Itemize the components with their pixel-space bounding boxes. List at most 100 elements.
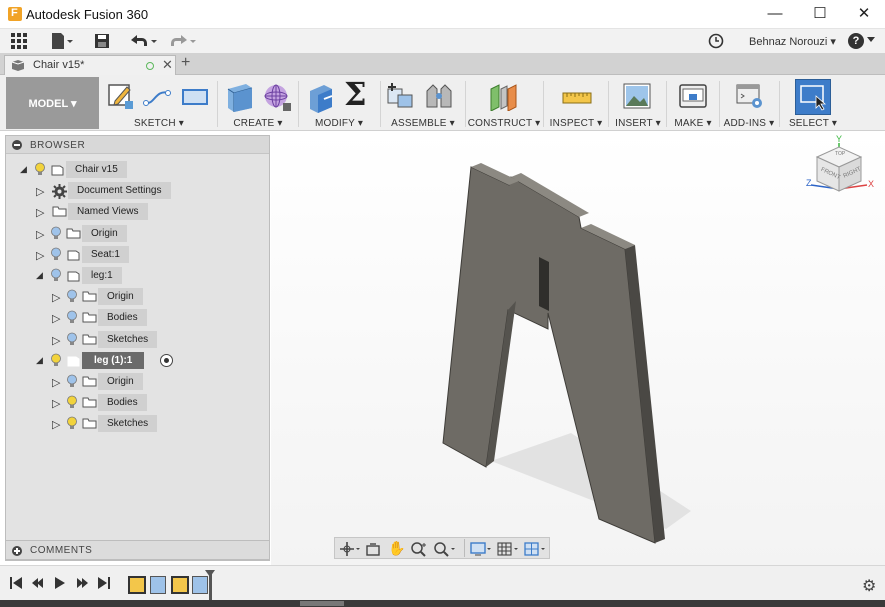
chair-leg-model[interactable]	[271, 131, 885, 565]
tree-node-leg-component[interactable]: ◢ leg:1	[36, 267, 269, 284]
assemble-menu[interactable]: ASSEMBLE ▾	[382, 118, 464, 129]
form-mesh-icon[interactable]	[261, 81, 293, 116]
tree-node-leg1-origin-folder[interactable]: ▷ Origin	[52, 373, 269, 390]
visibility-bulb-icon[interactable]	[50, 247, 62, 262]
expanded-arrow-icon[interactable]: ◢	[20, 164, 27, 175]
expanded-arrow-icon[interactable]: ◢	[36, 270, 43, 281]
new-tab-button[interactable]: +	[181, 54, 190, 72]
create-menu[interactable]: CREATE ▾	[219, 118, 297, 129]
activate-component-radio-icon[interactable]	[160, 353, 173, 367]
viewports-icon[interactable]	[524, 541, 548, 560]
joint-icon[interactable]	[424, 81, 454, 114]
zoom-icon[interactable]	[410, 541, 428, 560]
3d-print-icon[interactable]	[678, 81, 708, 114]
tree-node-leg-bodies-folder[interactable]: ▷ Bodies	[52, 309, 269, 327]
collapsed-arrow-icon[interactable]: ▷	[52, 334, 60, 347]
tree-node-label[interactable]: Bodies	[98, 309, 147, 327]
construct-menu[interactable]: CONSTRUCT ▾	[466, 118, 542, 129]
tree-node-label[interactable]: Sketches	[98, 330, 158, 348]
collapsed-arrow-icon[interactable]: ▷	[36, 228, 44, 241]
visibility-bulb-icon[interactable]	[66, 416, 78, 431]
collapsed-arrow-icon[interactable]: ▷	[36, 185, 44, 198]
visibility-bulb-icon[interactable]	[66, 289, 78, 304]
parameters-sigma-icon[interactable]: Σ	[344, 78, 367, 110]
new-component-icon[interactable]	[386, 81, 416, 114]
orbit-icon[interactable]	[339, 541, 361, 560]
tree-node-label[interactable]: Origin	[82, 224, 127, 242]
tree-node-origin-folder[interactable]: ▷ Origin	[36, 224, 269, 242]
go-to-start-icon[interactable]	[9, 576, 23, 593]
rectangle-sketch-icon[interactable]	[181, 87, 209, 110]
look-at-icon[interactable]	[365, 541, 381, 560]
visibility-bulb-icon[interactable]	[50, 268, 62, 283]
minimize-button[interactable]: —	[753, 0, 797, 29]
select-tool-button[interactable]	[795, 79, 831, 115]
redo-icon[interactable]	[168, 32, 198, 50]
tree-node-leg-origin-folder[interactable]: ▷ Origin	[52, 288, 269, 306]
play-icon[interactable]	[53, 576, 67, 593]
viewcube-top-label[interactable]: TOP	[835, 151, 845, 157]
workspace-switcher-button[interactable]: MODEL ▾	[6, 77, 99, 129]
tree-node-label[interactable]: Named Views	[68, 203, 148, 221]
visibility-bulb-icon[interactable]	[66, 310, 78, 325]
comments-panel[interactable]: COMMENTS	[5, 540, 270, 560]
save-icon[interactable]	[94, 32, 110, 50]
tree-node-label[interactable]: Chair v15	[66, 161, 127, 178]
visibility-bulb-icon[interactable]	[50, 226, 62, 241]
collapsed-arrow-icon[interactable]: ▷	[52, 418, 60, 431]
tree-node-root-component[interactable]: ◢ Chair v15	[20, 161, 269, 178]
fit-zoom-window-icon[interactable]	[433, 541, 457, 560]
visibility-bulb-icon[interactable]	[34, 162, 46, 177]
visibility-bulb-icon[interactable]	[66, 332, 78, 347]
file-menu-icon[interactable]	[50, 32, 74, 50]
tree-node-label[interactable]: Origin	[98, 288, 143, 306]
tree-node-leg1-component[interactable]: ◢ leg (1):1	[36, 351, 269, 369]
step-back-icon[interactable]	[31, 576, 45, 593]
tree-node-seat-component[interactable]: ▷ Seat:1	[36, 245, 269, 263]
data-panel-grid-icon[interactable]	[10, 32, 28, 50]
tree-node-named-views[interactable]: ▷ Named Views	[36, 203, 269, 221]
help-icon[interactable]: ?	[848, 33, 864, 49]
step-forward-icon[interactable]	[75, 576, 89, 593]
pan-hand-icon[interactable]: ✋	[388, 540, 405, 557]
modify-menu[interactable]: MODIFY ▾	[300, 118, 378, 129]
help-dropdown-icon[interactable]	[867, 37, 875, 42]
document-tab[interactable]: Chair v15* ✕	[4, 55, 176, 75]
tree-node-label[interactable]: Sketches	[98, 415, 158, 433]
collapsed-arrow-icon[interactable]: ▷	[52, 291, 60, 304]
timeline-sketch-feature-icon[interactable]	[171, 576, 189, 594]
visibility-bulb-icon[interactable]	[50, 353, 62, 368]
undo-icon[interactable]	[128, 32, 158, 50]
go-to-end-icon[interactable]	[97, 576, 111, 593]
measure-ruler-icon[interactable]	[562, 87, 592, 110]
collapsed-arrow-icon[interactable]: ▷	[36, 206, 44, 219]
line-spline-icon[interactable]	[143, 85, 173, 112]
tree-node-document-settings[interactable]: ▷ Document Settings	[36, 182, 269, 200]
timeline-sketch-feature-icon[interactable]	[128, 576, 146, 594]
scripts-addins-icon[interactable]	[735, 81, 765, 114]
close-button[interactable]: ✕	[842, 0, 885, 29]
tree-node-leg-sketches-folder[interactable]: ▷ Sketches	[52, 330, 269, 348]
expanded-arrow-icon[interactable]: ◢	[36, 355, 43, 366]
3d-canvas[interactable]: TOP FRONT RIGHT Y Z X	[271, 131, 885, 565]
collapsed-arrow-icon[interactable]: ▷	[52, 312, 60, 325]
press-pull-icon[interactable]	[306, 81, 338, 116]
tree-node-leg1-bodies-folder[interactable]: ▷ Bodies	[52, 394, 269, 412]
display-settings-icon[interactable]	[470, 541, 494, 560]
tree-node-label[interactable]: Bodies	[98, 394, 147, 412]
visibility-bulb-icon[interactable]	[66, 374, 78, 389]
offset-plane-icon[interactable]	[488, 81, 518, 114]
view-cube[interactable]: TOP FRONT RIGHT Y Z X	[797, 134, 877, 209]
timeline-marker-head[interactable]	[205, 570, 215, 577]
user-account-menu[interactable]: Behnaz Norouzi ▾	[749, 35, 836, 48]
sketch-menu[interactable]: SKETCH ▾	[101, 118, 217, 129]
collapsed-arrow-icon[interactable]: ▷	[52, 376, 60, 389]
close-tab-icon[interactable]: ✕	[162, 57, 173, 73]
create-sketch-icon[interactable]	[107, 81, 135, 114]
insert-image-icon[interactable]	[622, 81, 652, 114]
collapsed-arrow-icon[interactable]: ▷	[52, 397, 60, 410]
collapsed-arrow-icon[interactable]: ▷	[36, 249, 44, 262]
tree-node-leg1-sketches-folder[interactable]: ▷ Sketches	[52, 415, 269, 433]
tree-node-label[interactable]: leg:1	[82, 267, 122, 284]
tree-node-label[interactable]: Seat:1	[82, 245, 129, 263]
